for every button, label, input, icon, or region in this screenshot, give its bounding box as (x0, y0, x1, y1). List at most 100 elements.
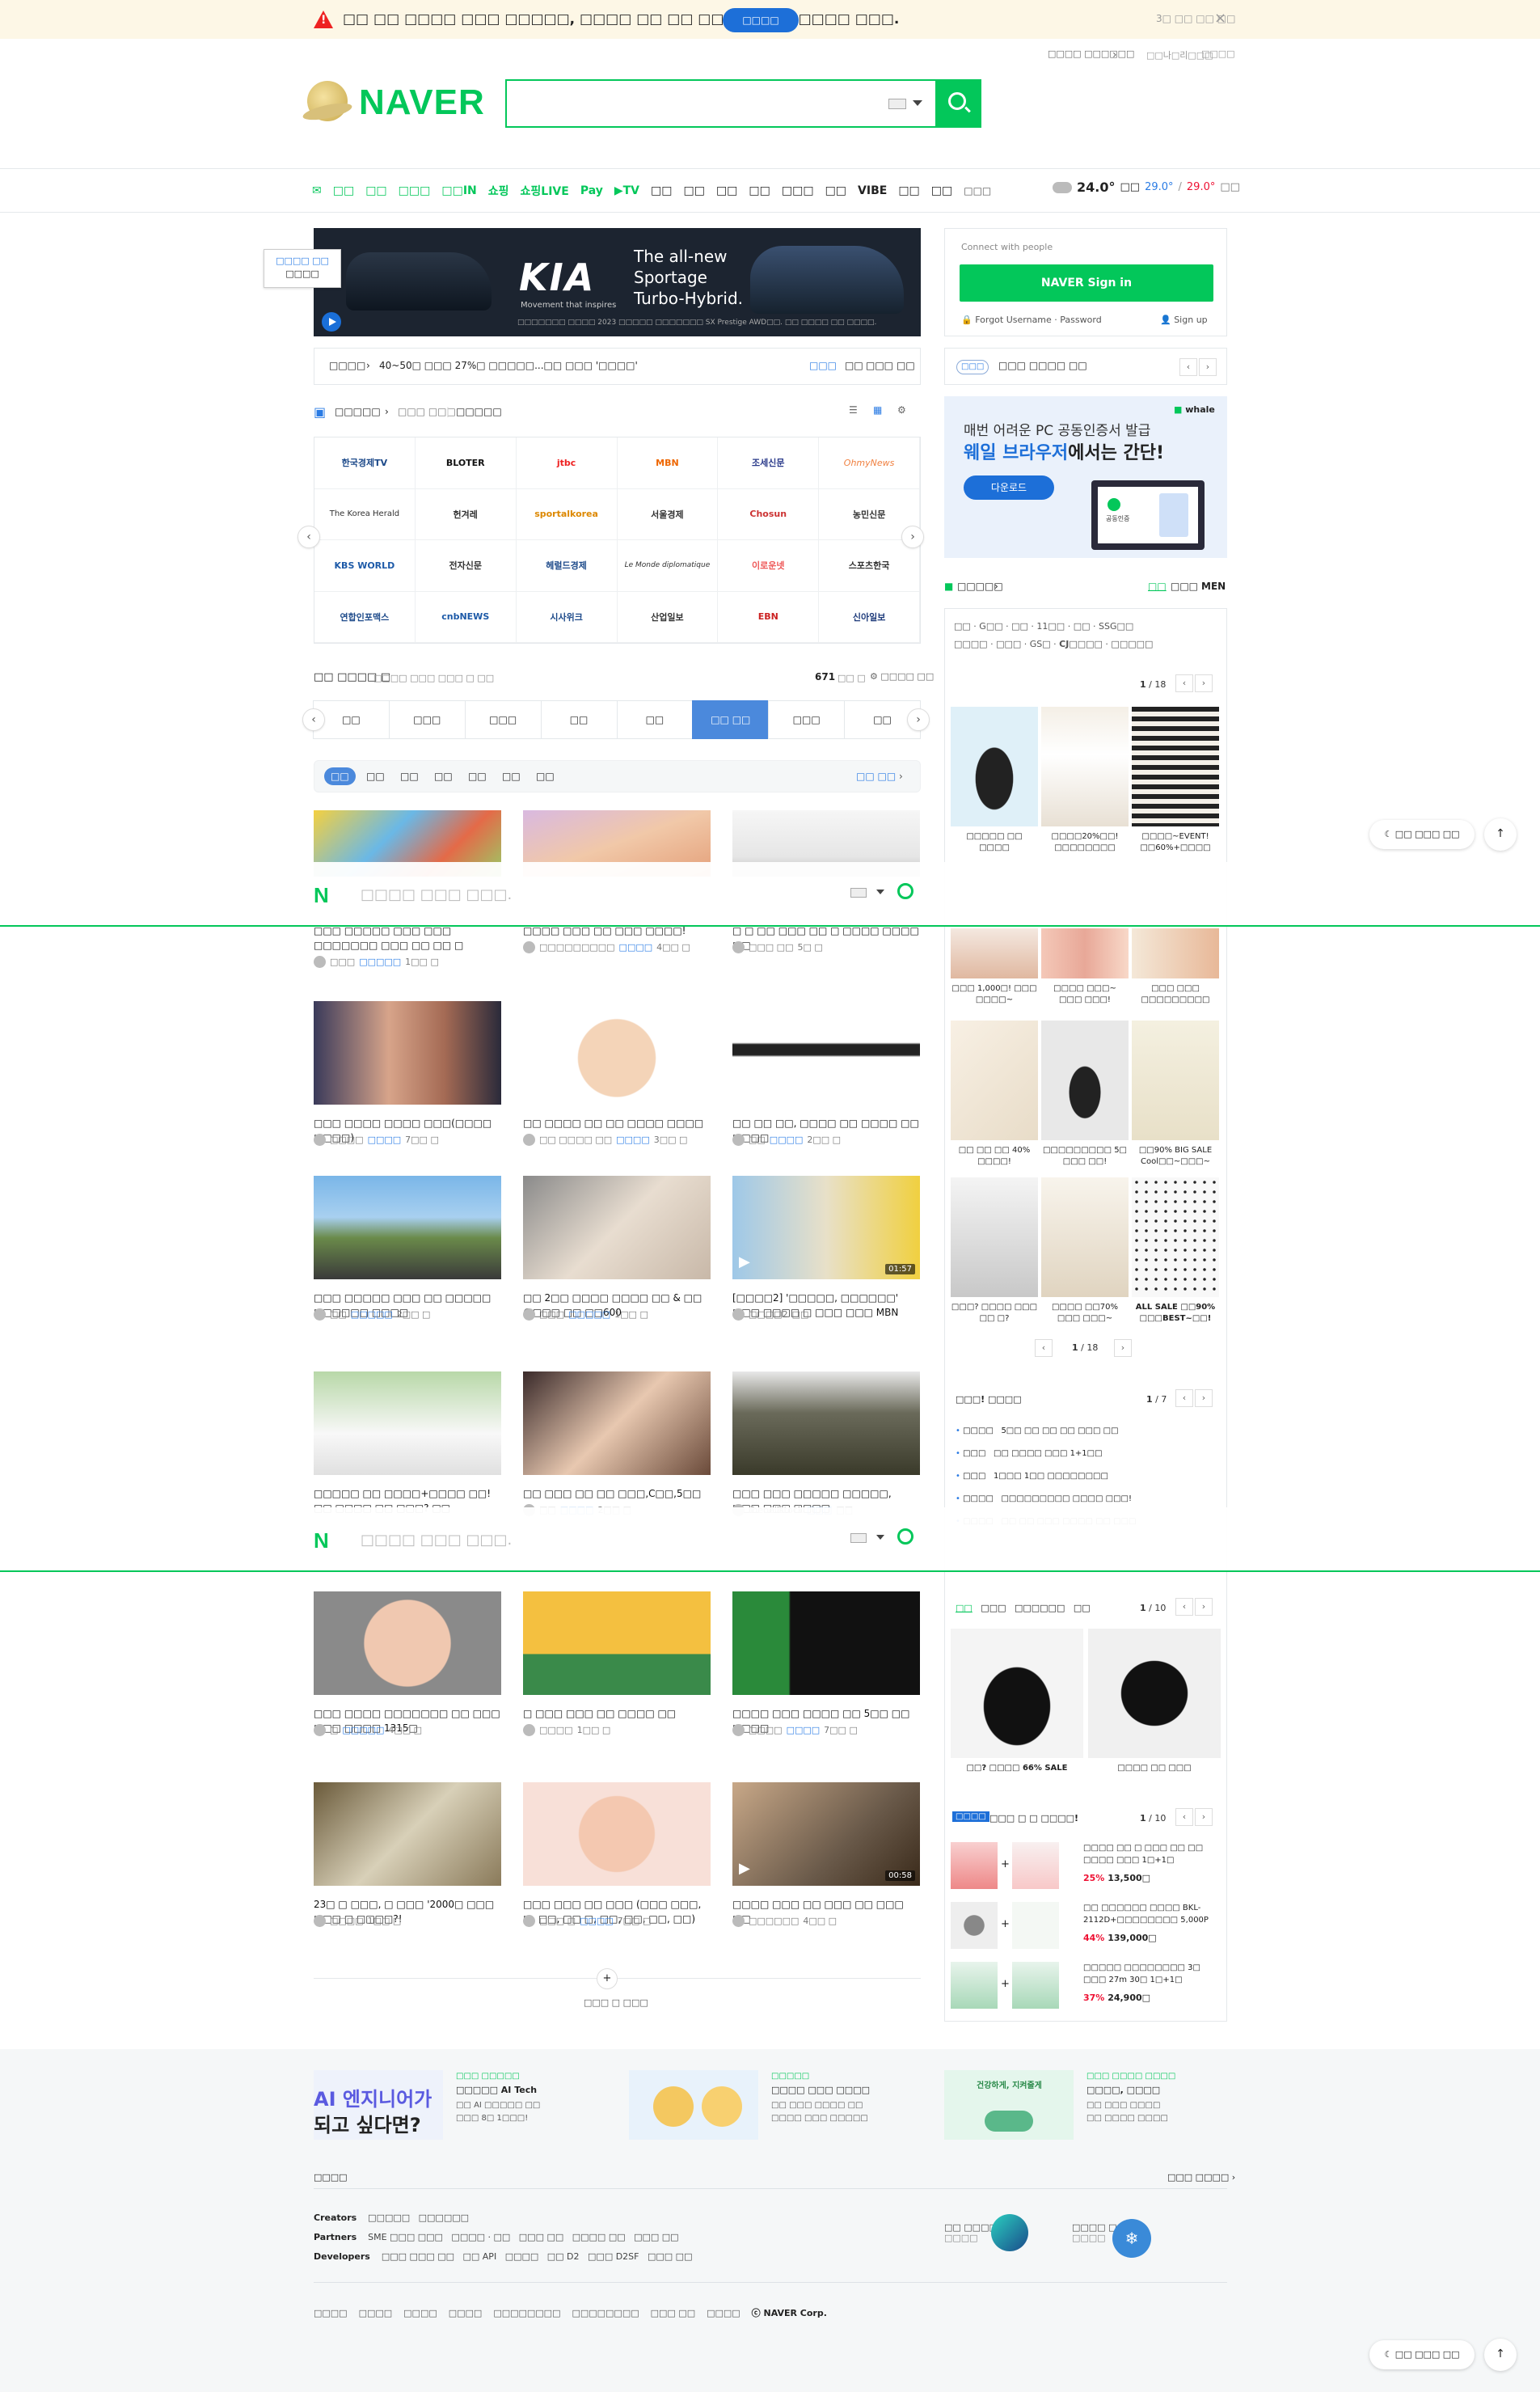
promo-image[interactable]: 건강하게, 지켜줄게 (944, 2070, 1074, 2140)
content-card[interactable]: 23□ □ □□□, □ □□□ '2000□ □□□ □□□ □ □□□□?!… (314, 1782, 501, 1927)
footer-link[interactable]: SME □□□ □□□ (368, 2232, 443, 2242)
nav-item[interactable]: 쇼핑 (488, 183, 509, 199)
press-logo[interactable]: BLOTER (415, 437, 517, 489)
list-view-icon[interactable]: ☰ (849, 404, 858, 416)
notice-action-button[interactable]: □□□□ (723, 8, 799, 32)
prev-arrow-icon[interactable]: ‹ (1035, 1339, 1053, 1357)
whale-app-icon[interactable] (991, 2214, 1028, 2251)
weather-widget[interactable]: 24.0° □□ 29.0° / 29.0° □□ (1053, 180, 1240, 195)
mall-link[interactable]: □□□ (996, 639, 1021, 649)
chip[interactable]: □□ (530, 767, 561, 785)
press-logo[interactable]: 서울경제 (617, 488, 719, 540)
nav-item[interactable]: □□□ (399, 184, 431, 197)
content-card[interactable]: □□ 2□□ □□□□ □□□□ □□ & □□ @□□□ □□ □□600 □… (523, 1176, 711, 1321)
naver-n-logo[interactable]: N (314, 1528, 329, 1553)
nav-item[interactable]: □□ (825, 184, 846, 197)
next-arrow-icon[interactable]: › (1195, 674, 1213, 692)
dark-mode-button[interactable]: ☾ □□ □□□ □□ (1369, 2340, 1475, 2369)
card-channel[interactable]: □□□□□ (342, 1725, 384, 1735)
mall-link[interactable]: CJ□□□□ (1059, 639, 1103, 649)
press-tab[interactable]: □□□□□ (335, 406, 381, 417)
mall-link[interactable]: □□ (1011, 621, 1028, 632)
mall-link[interactable]: 11□□ (1036, 621, 1065, 632)
chip[interactable]: □□ (496, 767, 527, 785)
footer-link[interactable]: □□□ D2SF (588, 2251, 639, 2262)
footer-link[interactable]: □□□□ (707, 2308, 740, 2318)
shopping-tab[interactable]: □□ (1148, 581, 1167, 592)
nav-item[interactable]: □□IN (441, 184, 476, 197)
press-logo[interactable]: sportalkorea (516, 488, 618, 540)
promo-image[interactable]: AI 엔지니어가 되고 싶다면? (314, 2070, 443, 2140)
naver-logo[interactable]: NAVER (307, 78, 485, 131)
content-card[interactable]: □□□□ □□□ □□□□ □□ 5□□ □□ □□□□ □□□□ □□□□ 7□□… (732, 1591, 920, 1736)
content-card[interactable]: □ □□□ □□□ □□ □□□□ □□ □□□□ 1□□ □ (523, 1591, 711, 1736)
more-button[interactable]: □□□ □ □□□ (584, 1997, 648, 2008)
footer-link[interactable]: □□□□ · □□ (451, 2232, 510, 2242)
footer-link[interactable]: □□□ □□ (634, 2232, 678, 2242)
press-logo[interactable]: 조세신문 (718, 437, 820, 489)
toplink-c[interactable]: □□□□ (1201, 49, 1235, 59)
whale-ad[interactable]: ■ whale 매번 어려운 PC 공동인증서 발급 웨일 브라우저에서는 간단… (944, 396, 1227, 558)
footer-link[interactable]: □□□□□□ (419, 2212, 469, 2223)
product-card[interactable]: □□□ □□□ □□□□□□□□□ (1132, 928, 1219, 1008)
mall-link[interactable]: SSG□□ (1099, 621, 1133, 632)
search-icon[interactable] (897, 1528, 913, 1545)
nav-item[interactable]: □□ (365, 184, 386, 197)
press-tab[interactable]: □□□□□ (456, 406, 502, 417)
prev-arrow-icon[interactable]: ‹ (297, 526, 320, 548)
next-arrow-icon[interactable]: › (1199, 358, 1217, 376)
press-logo[interactable]: KBS WORLD (314, 540, 416, 592)
gear-icon[interactable]: ⚙ (897, 404, 906, 416)
ad-banner[interactable]: KIA Movement that inspires The all-new S… (314, 228, 921, 336)
snowflake-icon[interactable]: ❄ (1112, 2219, 1151, 2258)
content-card[interactable]: □□ □□□ □□ □□ □□□,C□□,5□□ □□□□□□2□□ □ (523, 1371, 711, 1516)
footer-link[interactable]: □□□ □□ (519, 2232, 563, 2242)
deal-card[interactable]: □□? □□□□ 66% SALE (951, 1629, 1083, 1787)
footer-link[interactable]: □□□□ (449, 2308, 483, 2318)
promo-title[interactable]: □□□□□ AI Tech (456, 2085, 537, 2095)
press-logo[interactable]: 산업일보 (617, 591, 719, 643)
footer-link[interactable]: □□□□□□□□ (572, 2308, 639, 2318)
mail-icon[interactable]: ✉ (312, 184, 322, 197)
sign-up-link[interactable]: 👤 Sign up (1160, 315, 1208, 325)
deals-tab[interactable]: □□□ (981, 1603, 1006, 1613)
scroll-top-button[interactable]: ↑ (1484, 2339, 1517, 2371)
content-card[interactable]: □□□ □□□□ □□□□□□□ □□ □□□ □□□ □□□□ 1315□ □… (314, 1591, 501, 1736)
tab[interactable]: □□□ (388, 700, 466, 739)
sticky-search-input[interactable]: □□□□ □□□ □□□. (361, 886, 512, 903)
nav-item[interactable]: □□ (716, 184, 737, 197)
card-author[interactable]: □□□ (330, 957, 355, 967)
feed-settings[interactable]: ⚙ □□□□ □□ (870, 671, 934, 682)
content-card[interactable]: □□□ □□□ □□□□□ □□□□□, □□□ □□□ □□□□ thebel… (732, 1371, 920, 1516)
tab-active[interactable]: □□ □□ (692, 700, 770, 739)
sticky-search-input[interactable]: □□□□ □□□ □□□. (361, 1532, 512, 1549)
search-icon[interactable] (897, 883, 913, 899)
press-logo[interactable]: 시사위크 (516, 591, 618, 643)
chips-more-link[interactable]: □□ □□ › (850, 767, 909, 785)
next-arrow-icon[interactable]: › (1195, 1389, 1213, 1407)
all-services-link[interactable]: □□□ □□□□ › (1167, 2172, 1235, 2183)
news-headline[interactable]: 40~50□ □□□ 27%□ □□□□□...□□ □□□ '□□□□' (379, 360, 638, 371)
product-card[interactable]: □□□ 1,000□! □□□ □□□□~ (951, 928, 1038, 1008)
card-author[interactable]: □□□ □□ (749, 942, 793, 953)
footer-link[interactable]: □□□□ (505, 2251, 539, 2262)
card-author[interactable]: □□□□ (330, 1135, 364, 1145)
nav-item[interactable]: VIBE (858, 184, 887, 197)
card-channel[interactable]: □□□□ (580, 1916, 614, 1926)
card-author[interactable]: □□□□ (330, 1916, 364, 1926)
whale-download-button[interactable]: 다운로드 (964, 475, 1054, 500)
product-card[interactable]: □□□□ □□□~ □□□ □□□! (1041, 928, 1129, 1008)
bundle-item[interactable]: + □□□□ □□ □ □□□ □□ □□ □□□□ □□□ 1□+1□ 25%… (951, 1842, 1217, 1894)
prev-arrow-icon[interactable]: ‹ (1179, 358, 1197, 376)
footer-link[interactable]: □□□□ □□ (572, 2232, 626, 2242)
press-logo[interactable]: Chosun (718, 488, 820, 540)
chip[interactable]: □□ (360, 767, 391, 785)
grid-view-icon[interactable]: ▦ (873, 404, 882, 416)
hot-item[interactable]: • □□□□ 5□□ □□ □□ □□ □□□ □□ (956, 1420, 1137, 1443)
nav-item[interactable]: □□□ (782, 184, 814, 197)
toplink-a[interactable]: □□□□ □□□□□□ (1048, 49, 1134, 59)
press-logo[interactable]: 헤럴드경제 (516, 540, 618, 592)
card-author[interactable]: □□□□ (539, 1725, 573, 1735)
chevron-down-icon[interactable] (913, 100, 922, 106)
product-card[interactable]: □□□□□□□□□ 5□ □□□ □□! (1041, 1021, 1129, 1169)
